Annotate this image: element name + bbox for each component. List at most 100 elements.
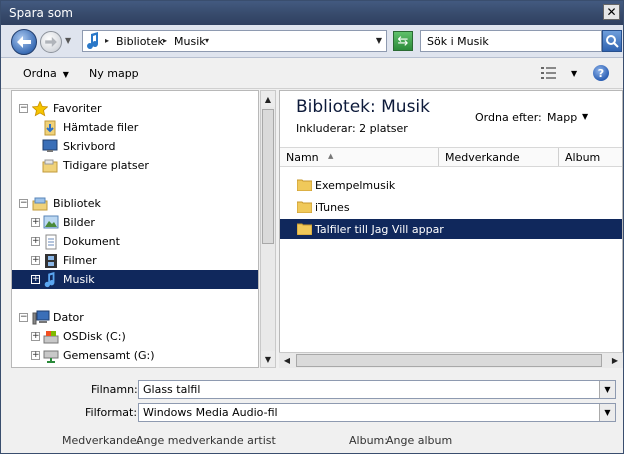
nav-computer[interactable]: − Dator	[12, 308, 258, 327]
expand-icon[interactable]: +	[31, 256, 40, 265]
artist-label: Medverkande:	[62, 434, 141, 447]
organize-button[interactable]: Ordna ▼	[23, 67, 69, 80]
collapse-icon[interactable]: −	[19, 313, 28, 322]
collapse-icon[interactable]: −	[19, 104, 28, 113]
includes-label: Inkluderar:	[296, 122, 356, 135]
navigation-scrollbar[interactable]: ▲ ▼	[260, 90, 276, 368]
refresh-icon: ⇆	[397, 33, 409, 49]
command-toolbar: Ordna ▼ Ny mapp ▼ ?	[1, 58, 623, 89]
address-bar[interactable]: ▸ Bibliotek ▸ Musik ▾ ▼	[82, 30, 387, 52]
format-label: Filformat:	[85, 406, 138, 419]
sort-asc-icon: ▲	[328, 152, 334, 160]
views-dropdown[interactable]: ▼	[571, 69, 577, 78]
column-artist[interactable]: Medverkande	[439, 148, 559, 166]
filename-dropdown[interactable]: ▼	[599, 381, 615, 398]
navigation-bar: ▼ ▸ Bibliotek ▸ Musik ▾ ▼ ⇆ Sök i Musik	[1, 25, 623, 58]
help-icon[interactable]: ?	[593, 65, 609, 81]
library-title: Bibliotek: Musik	[296, 97, 430, 117]
hscroll-thumb[interactable]	[296, 354, 602, 367]
recent-pages-dropdown[interactable]: ▼	[65, 36, 71, 45]
scroll-left-icon[interactable]: ◀	[279, 353, 295, 368]
forward-arrow-icon	[45, 37, 57, 47]
column-name[interactable]: Namn ▲	[280, 148, 439, 166]
scroll-down-icon[interactable]: ▼	[261, 351, 275, 367]
nav-favorites[interactable]: − Favoriter	[12, 99, 258, 118]
file-name: Talfiler till Jag Vill appar	[315, 223, 444, 236]
expand-icon[interactable]: +	[31, 237, 40, 246]
album-label: Album:	[349, 434, 388, 447]
back-arrow-icon	[17, 36, 31, 48]
expand-icon[interactable]: +	[31, 275, 40, 284]
column-album[interactable]: Album	[559, 148, 622, 166]
nav-item-downloads[interactable]: Hämtade filer	[12, 118, 258, 137]
close-button[interactable]: ✕	[603, 4, 620, 20]
artist-field[interactable]: Ange medverkande artist	[136, 434, 276, 447]
nav-label: Tidigare platser	[63, 159, 149, 172]
nav-item-pictures[interactable]: + Bilder	[12, 213, 258, 232]
sort-value[interactable]: Mapp	[547, 111, 577, 124]
sort-dropdown-icon[interactable]: ▼	[582, 112, 588, 121]
file-name: Exempelmusik	[315, 179, 396, 192]
music-icon	[44, 272, 55, 288]
library-includes: Inkluderar: 2 platser	[296, 122, 408, 135]
search-input[interactable]: Sök i Musik	[420, 30, 602, 52]
filename-field[interactable]: Glass talfil ▼	[138, 380, 616, 399]
scroll-right-icon[interactable]: ▶	[607, 353, 623, 368]
file-row[interactable]: iTunes	[280, 197, 622, 217]
includes-value[interactable]: 2 platser	[359, 122, 408, 135]
navigation-pane: − Favoriter Hämtade filer Skrivbord Tidi…	[11, 90, 259, 368]
forward-button[interactable]	[40, 31, 62, 53]
libraries-icon	[32, 197, 48, 211]
folder-icon	[297, 179, 312, 191]
file-row[interactable]: Exempelmusik	[280, 175, 622, 195]
format-select[interactable]: Windows Media Audio-fil ▼	[138, 403, 616, 422]
nav-item-recent-places[interactable]: Tidigare platser	[12, 156, 258, 175]
file-name: iTunes	[315, 201, 350, 214]
collapse-icon[interactable]: −	[19, 199, 28, 208]
chevron-right-icon[interactable]: ▸	[105, 36, 109, 45]
column-label: Album	[565, 151, 601, 164]
filename-value: Glass talfil	[143, 383, 201, 396]
nav-label: Dator	[53, 311, 84, 324]
nav-item-desktop[interactable]: Skrivbord	[12, 137, 258, 156]
organize-label: Ordna	[23, 67, 57, 80]
film-icon	[45, 254, 57, 268]
nav-item-documents[interactable]: + Dokument	[12, 232, 258, 251]
new-folder-button[interactable]: Ny mapp	[89, 67, 139, 80]
breadcrumb-bibliotek[interactable]: Bibliotek	[116, 35, 164, 48]
nav-label: Skrivbord	[63, 140, 116, 153]
file-row-selected[interactable]: Talfiler till Jag Vill appar	[280, 219, 622, 239]
nav-item-drive-c[interactable]: + OSDisk (C:)	[12, 327, 258, 346]
column-label: Namn	[286, 151, 319, 164]
nav-label: Dokument	[63, 235, 120, 248]
nav-item-videos[interactable]: + Filmer	[12, 251, 258, 270]
nav-label: Favoriter	[53, 102, 102, 115]
expand-icon[interactable]: +	[31, 351, 40, 360]
recent-places-icon	[42, 159, 58, 173]
nav-label: Musik	[63, 273, 95, 286]
computer-icon	[32, 310, 50, 325]
expand-icon[interactable]: +	[31, 332, 40, 341]
chevron-right-icon[interactable]: ▸	[163, 36, 167, 45]
window-title: Spara som	[9, 6, 73, 20]
breadcrumb-musik[interactable]: Musik	[174, 35, 206, 48]
format-dropdown[interactable]: ▼	[599, 404, 615, 421]
expand-icon[interactable]: +	[31, 218, 40, 227]
chevron-down-icon[interactable]: ▾	[205, 36, 209, 45]
search-button[interactable]	[602, 30, 622, 52]
documents-icon	[45, 234, 57, 250]
views-icon[interactable]	[541, 66, 559, 80]
music-icon	[87, 32, 99, 50]
album-field[interactable]: Ange album	[386, 434, 452, 447]
nav-item-drive-g[interactable]: + Gemensamt (G:)	[12, 346, 258, 365]
nav-libraries[interactable]: − Bibliotek	[12, 194, 258, 213]
back-button[interactable]	[11, 29, 37, 55]
scroll-thumb[interactable]	[262, 109, 274, 244]
refresh-button[interactable]: ⇆	[393, 31, 413, 51]
address-dropdown[interactable]: ▼	[376, 36, 382, 45]
folder-icon	[297, 223, 312, 235]
hard-drive-icon	[43, 331, 59, 344]
scroll-up-icon[interactable]: ▲	[261, 91, 275, 107]
file-list-hscrollbar[interactable]: ◀ ▶	[279, 352, 623, 368]
nav-item-music[interactable]: + Musik	[12, 270, 258, 289]
